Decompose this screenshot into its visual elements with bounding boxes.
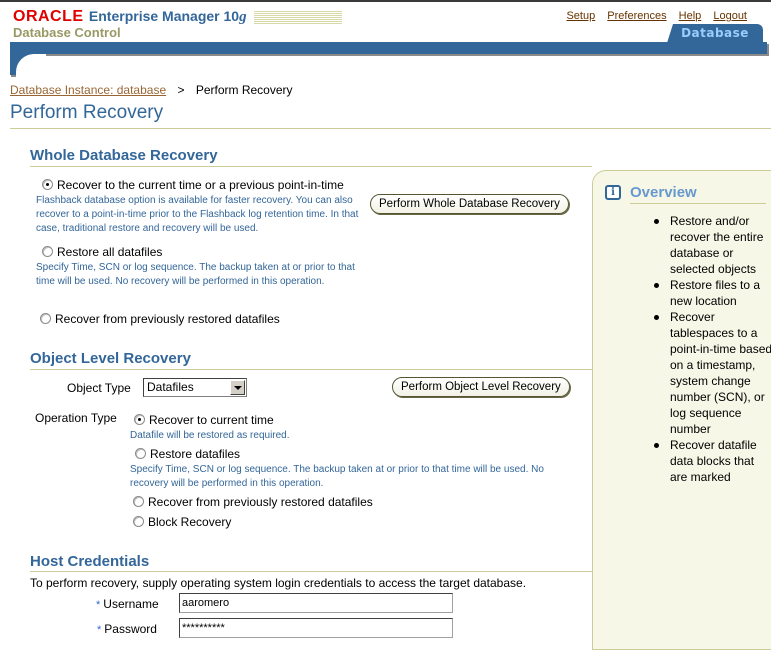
overview-item: Recover tablespaces to a point-in-time b… xyxy=(654,310,771,436)
header-bar xyxy=(10,42,767,54)
breadcrumb-current: Perform Recovery xyxy=(195,83,293,97)
perform-object-level-recovery-button[interactable]: Perform Object Level Recovery xyxy=(392,377,570,397)
object-type-value: Datafiles xyxy=(147,380,194,394)
password-label: * Password xyxy=(97,622,157,636)
username-input[interactable]: aaromero xyxy=(179,593,453,613)
required-icon: * xyxy=(96,599,101,611)
chevron-down-icon[interactable] xyxy=(230,380,245,395)
page-title: Perform Recovery xyxy=(10,102,164,123)
radio-previously-restored[interactable] xyxy=(40,313,51,324)
overview-panel: i Overview Restore and/or recover the en… xyxy=(592,170,771,650)
breadcrumb: Database Instance: database > Perform Re… xyxy=(10,83,293,97)
breadcrumb-database-instance[interactable]: Database Instance: database xyxy=(10,83,166,97)
option-label: Recover to the current time or a previou… xyxy=(57,178,344,192)
object-level-heading: Object Level Recovery xyxy=(30,350,191,367)
setup-link[interactable]: Setup xyxy=(566,10,595,22)
product-name-text: Enterprise Manager 10 xyxy=(88,8,240,24)
whole-db-option-desc: Specify Time, SCN or log sequence. The b… xyxy=(36,262,355,287)
whole-db-option-desc: Flashback database option is available f… xyxy=(36,195,359,234)
radio-restore-all[interactable] xyxy=(42,246,53,257)
radio-recover-current[interactable] xyxy=(134,414,145,425)
whole-db-divider xyxy=(30,166,592,167)
global-links: Setup Preferences Help Logout xyxy=(557,10,747,22)
overview-item: Recover datafile data blocks that are ma… xyxy=(654,437,771,485)
object-option-desc: Specify Time, SCN or log sequence. The b… xyxy=(130,464,544,489)
radio-object-previously-restored[interactable] xyxy=(133,496,144,507)
breadcrumb-separator: > xyxy=(177,83,185,97)
password-input[interactable]: ********** xyxy=(179,618,453,638)
host-credentials-heading: Host Credentials xyxy=(30,553,150,570)
object-option-desc: Datafile will be restored as required. xyxy=(130,430,290,441)
top-border xyxy=(0,0,771,2)
object-type-select[interactable]: Datafiles xyxy=(143,378,247,397)
username-label-text: Username xyxy=(103,597,159,611)
logout-link[interactable]: Logout xyxy=(713,10,747,22)
product-version-suffix: g xyxy=(239,9,247,25)
help-link[interactable]: Help xyxy=(679,10,702,22)
object-type-label: Object Type xyxy=(67,381,131,395)
product-subtitle: Database Control xyxy=(13,25,121,40)
option-label: Recover from previously restored datafil… xyxy=(55,312,280,326)
overview-item: Restore and/or recover the entire databa… xyxy=(654,213,771,277)
object-level-divider xyxy=(30,369,592,370)
preferences-link[interactable]: Preferences xyxy=(607,10,666,22)
info-icon: i xyxy=(605,185,621,200)
radio-point-in-time[interactable] xyxy=(42,179,53,190)
object-option-previously-restored[interactable]: Recover from previously restored datafil… xyxy=(133,495,373,509)
product-name: Enterprise Manager 10g xyxy=(88,8,247,25)
option-label: Restore all datafiles xyxy=(57,245,163,259)
option-label: Restore datafiles xyxy=(150,447,241,461)
whole-db-option-point-in-time[interactable]: Recover to the current time or a previou… xyxy=(42,178,344,192)
radio-restore-datafiles[interactable] xyxy=(135,448,146,459)
header-bar-curve xyxy=(10,54,46,84)
whole-db-heading: Whole Database Recovery xyxy=(30,147,218,164)
radio-block-recovery[interactable] xyxy=(133,516,144,527)
overview-title: Overview xyxy=(630,184,697,201)
operation-type-label: Operation Type xyxy=(35,411,117,425)
host-credentials-divider xyxy=(30,571,592,572)
tab-database[interactable]: Database xyxy=(667,24,763,43)
title-divider xyxy=(10,128,771,129)
whole-db-option-previously-restored[interactable]: Recover from previously restored datafil… xyxy=(40,312,280,326)
object-option-block-recovery[interactable]: Block Recovery xyxy=(133,515,231,529)
overview-list: Restore and/or recover the entire databa… xyxy=(623,213,771,485)
decorative-stripes xyxy=(253,10,342,25)
object-option-restore-datafiles[interactable]: Restore datafiles xyxy=(135,447,240,461)
whole-db-option-restore-all[interactable]: Restore all datafiles xyxy=(42,245,162,259)
password-label-text: Password xyxy=(104,622,157,636)
option-label: Recover from previously restored datafil… xyxy=(148,495,373,509)
required-icon: * xyxy=(97,624,102,636)
option-label: Block Recovery xyxy=(148,515,232,529)
option-label: Recover to current time xyxy=(149,413,274,427)
overview-divider xyxy=(630,203,766,204)
host-credentials-instructions: To perform recovery, supply operating sy… xyxy=(30,576,527,590)
overview-item: Restore files to a new location xyxy=(654,277,771,309)
username-label: * Username xyxy=(96,597,159,611)
object-option-recover-current[interactable]: Recover to current time xyxy=(134,413,274,427)
perform-whole-db-recovery-button[interactable]: Perform Whole Database Recovery xyxy=(370,194,569,214)
product-branding: ORACLE Enterprise Manager 10g xyxy=(13,8,342,26)
oracle-logo: ORACLE xyxy=(13,8,84,25)
